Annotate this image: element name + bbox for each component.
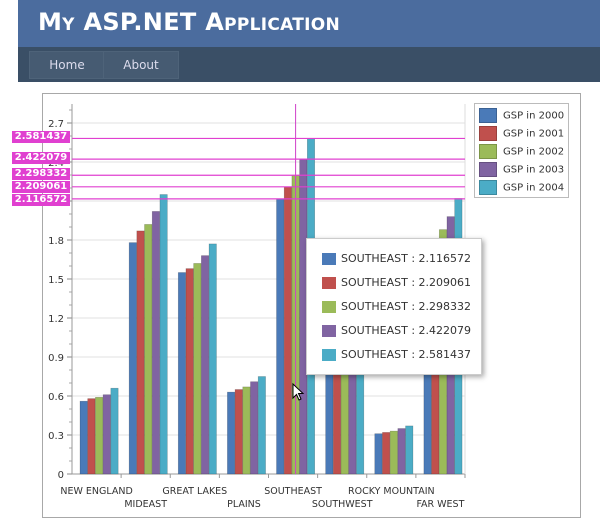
bar [276,198,285,475]
legend-item[interactable]: GSP in 2003 [479,162,565,177]
y-tick-label: 2.7 [48,119,64,130]
tooltip-item: SOUTHEAST : 2.298332 [322,300,471,314]
x-tick-label: SOUTHWEST [312,499,373,510]
bar [151,211,160,475]
x-tick-label: NEW ENGLAND [60,486,132,497]
bar [374,433,383,475]
tooltip-swatch [322,277,336,289]
legend-item[interactable]: GSP in 2001 [479,126,565,141]
bar [177,272,186,475]
tooltip-item: SOUTHEAST : 2.209061 [322,276,471,290]
bar [208,243,217,475]
bar [79,400,88,475]
x-tick-label: GREAT LAKES [162,486,227,497]
bar [201,255,210,475]
bar [234,389,243,475]
tooltip-text: SOUTHEAST : 2.422079 [341,324,472,337]
bar-chart: 00.30.60.91.21.51.82.12.42.7NEW ENGLANDM… [48,104,466,510]
bar [102,394,111,475]
legend-swatch [479,108,497,123]
crosshair-value-label: 2.116572 [12,194,70,206]
x-tick-label: SOUTHEAST [264,486,322,497]
bar [405,425,414,475]
y-tick-label: 1.5 [48,275,64,286]
bar [250,381,259,475]
y-tick-label: 0.3 [48,431,64,442]
bar [136,230,145,475]
tooltip-text: SOUTHEAST : 2.209061 [341,276,472,289]
legend-swatch [479,144,497,159]
bar [397,428,406,475]
bar [227,391,236,475]
tooltip-item: SOUTHEAST : 2.581437 [322,348,471,362]
bar [257,376,266,475]
x-tick-label: PLAINS [227,499,261,510]
bar [95,396,104,475]
bar [110,387,119,475]
tooltip-item: SOUTHEAST : 2.116572 [322,252,471,266]
legend-label: GSP in 2000 [503,110,565,122]
mouse-cursor-icon [292,383,305,401]
tooltip-text: SOUTHEAST : 2.298332 [341,300,472,313]
bar [185,268,194,475]
x-tick-label: FAR WEST [416,499,464,510]
chart-tooltip: SOUTHEAST : 2.116572 SOUTHEAST : 2.20906… [306,238,482,375]
legend-label: GSP in 2001 [503,128,565,140]
tooltip-swatch [322,325,336,337]
legend-item[interactable]: GSP in 2002 [479,144,565,159]
bar [389,430,398,475]
bar [144,224,153,475]
y-tick-label: 0.6 [48,392,64,403]
bar [87,398,96,475]
x-tick-label: MIDEAST [124,499,167,510]
tooltip-item: SOUTHEAST : 2.422079 [322,324,471,338]
legend-item[interactable]: GSP in 2004 [479,180,565,195]
tooltip-text: SOUTHEAST : 2.116572 [341,252,472,265]
y-tick-label: 0.9 [48,353,64,364]
legend-swatch [479,180,497,195]
bar [193,263,202,475]
y-tick-label: 1.2 [48,314,64,325]
bar [382,432,391,475]
legend-item[interactable]: GSP in 2000 [479,108,565,123]
tooltip-swatch [322,301,336,313]
legend-swatch [479,162,497,177]
legend-label: GSP in 2004 [503,182,565,194]
bar [128,242,137,475]
bar [242,386,251,475]
crosshair-value-label: 2.298332 [12,168,70,180]
y-tick-label: 1.8 [48,236,64,247]
crosshair-value-label: 2.581437 [12,131,70,143]
legend-label: GSP in 2002 [503,146,565,158]
crosshair-value-label: 2.422079 [12,152,70,164]
y-tick-label: 0 [58,470,64,481]
chart-legend: GSP in 2000 GSP in 2001 GSP in 2002 GSP … [474,103,569,198]
legend-label: GSP in 2003 [503,164,565,176]
x-tick-label: ROCKY MOUNTAIN [348,486,435,497]
tooltip-swatch [322,349,336,361]
crosshair-value-label: 2.209061 [12,181,70,193]
tooltip-text: SOUTHEAST : 2.581437 [341,348,472,361]
bar [159,194,168,475]
tooltip-swatch [322,253,336,265]
bar [283,186,292,475]
legend-swatch [479,126,497,141]
